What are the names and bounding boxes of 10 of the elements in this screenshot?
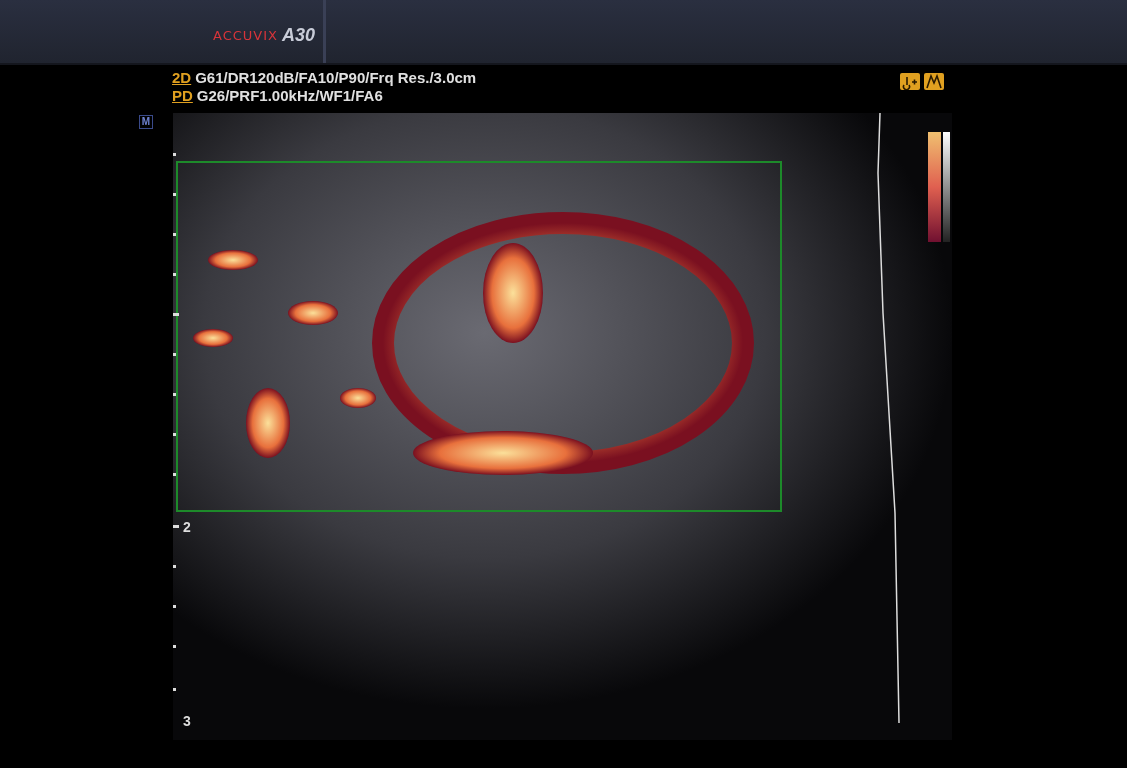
depth-label: 2 <box>183 518 191 537</box>
model-name: A30 <box>281 24 315 47</box>
depth-label: 3 <box>183 712 191 731</box>
mode-label: PD <box>172 87 193 104</box>
mode-settings: G61/DR120dB/FA10/P90/Frq Res./3.0cm <box>195 69 477 86</box>
mode-label: 2D <box>172 69 192 86</box>
marker-label: M <box>139 115 153 129</box>
brand-logo: ACCUVIX <box>213 26 278 45</box>
waveform-icon <box>924 73 944 90</box>
mode-settings: G26/PRF1.00kHz/WF1/FA6 <box>196 87 383 104</box>
